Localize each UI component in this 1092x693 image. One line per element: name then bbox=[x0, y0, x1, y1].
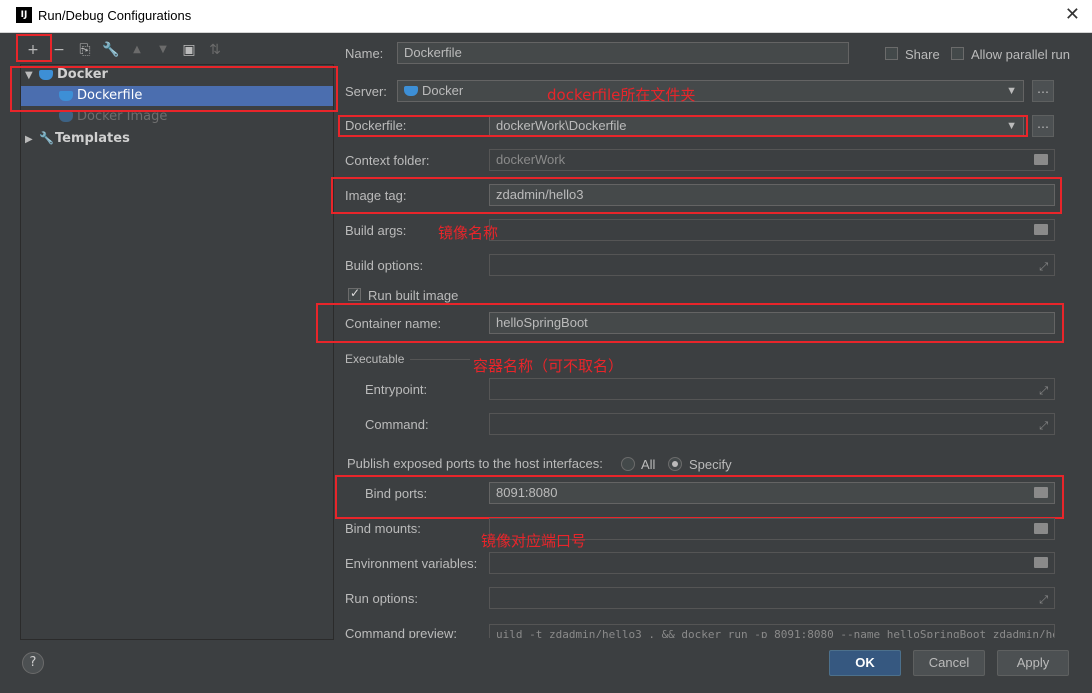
command-preview-value: uild -t zdadmin/hello3 . && docker run -… bbox=[496, 628, 1055, 638]
separator bbox=[410, 359, 470, 360]
help-button[interactable]: ? bbox=[22, 652, 44, 674]
ports-specify-label: Specify bbox=[689, 457, 732, 472]
expand-icon[interactable]: ⤢ bbox=[1039, 381, 1048, 399]
command-label: Command: bbox=[365, 417, 429, 432]
build-options-field[interactable]: ⤢ bbox=[489, 254, 1055, 276]
edit-defaults-button[interactable]: 🔧 bbox=[100, 38, 122, 62]
chevron-down-icon: ▼ bbox=[1006, 85, 1017, 97]
chevron-right-icon[interactable]: ▶ bbox=[25, 130, 39, 150]
run-options-label: Run options: bbox=[345, 591, 418, 606]
wrench-icon: 🔧 bbox=[39, 131, 54, 145]
expand-icon[interactable]: ⤢ bbox=[1039, 590, 1048, 608]
ports-specify-radio[interactable] bbox=[668, 457, 682, 471]
server-value: Docker bbox=[422, 83, 464, 98]
window-title: Run/Debug Configurations bbox=[38, 8, 192, 23]
tree-label: Templates bbox=[55, 131, 130, 146]
env-vars-label: Environment variables: bbox=[345, 556, 478, 571]
expand-icon[interactable]: ⤢ bbox=[1039, 416, 1048, 434]
parallel-label: Allow parallel run bbox=[971, 47, 1070, 62]
share-label: Share bbox=[905, 47, 940, 62]
apply-button[interactable]: Apply bbox=[997, 650, 1069, 676]
server-browse-button[interactable]: … bbox=[1032, 80, 1054, 102]
docker-icon bbox=[59, 111, 73, 122]
tree-item-templates[interactable]: ▶ 🔧Templates bbox=[21, 128, 333, 148]
run-options-field[interactable]: ⤢ bbox=[489, 587, 1055, 609]
entrypoint-field[interactable]: ⤢ bbox=[489, 378, 1055, 400]
context-folder-label: Context folder: bbox=[345, 153, 430, 168]
ok-button[interactable]: OK bbox=[829, 650, 901, 676]
command-field[interactable]: ⤢ bbox=[489, 413, 1055, 435]
share-checkbox[interactable] bbox=[885, 47, 898, 60]
annotation-dockerfile: dockerfile所在文件夹 bbox=[547, 86, 696, 104]
dockerfile-browse-button[interactable]: … bbox=[1032, 115, 1054, 137]
highlight-docker-tree bbox=[10, 66, 338, 112]
highlight-container bbox=[316, 303, 1064, 343]
name-label: Name: bbox=[345, 46, 384, 61]
config-tree: ▼ Docker Dockerfile Docker Image ▶ 🔧Templa… bbox=[20, 64, 334, 640]
highlight-image-tag bbox=[331, 177, 1062, 214]
close-icon[interactable]: ✕ bbox=[1065, 4, 1080, 25]
executable-label: Executable bbox=[345, 352, 405, 366]
publish-ports-label: Publish exposed ports to the host interf… bbox=[347, 456, 603, 471]
move-up-button[interactable]: ▲ bbox=[126, 38, 148, 62]
env-vars-field[interactable] bbox=[489, 552, 1055, 574]
context-folder-field[interactable]: dockerWork bbox=[489, 149, 1055, 171]
docker-icon bbox=[404, 86, 418, 96]
run-built-image-label: Run built image bbox=[368, 288, 459, 303]
folder-icon[interactable] bbox=[1034, 557, 1048, 568]
intellij-icon: IJ bbox=[16, 7, 32, 23]
folder-icon[interactable] bbox=[1034, 523, 1048, 534]
build-options-label: Build options: bbox=[345, 258, 424, 273]
annotation-ports: 镜像对应端口号 bbox=[481, 532, 587, 550]
highlight-dockerfile bbox=[338, 115, 1028, 137]
ports-all-radio[interactable] bbox=[621, 457, 635, 471]
server-label: Server: bbox=[345, 84, 387, 99]
annotation-container: 容器名称（可不取名） bbox=[473, 357, 624, 375]
entrypoint-label: Entrypoint: bbox=[365, 382, 428, 397]
highlight-add bbox=[16, 34, 52, 62]
ports-all-label: All bbox=[641, 457, 656, 472]
parallel-checkbox[interactable] bbox=[951, 47, 964, 60]
title-bar: IJ Run/Debug Configurations ✕ bbox=[0, 0, 1092, 33]
expand-icon[interactable]: ⤢ bbox=[1039, 257, 1048, 275]
build-args-label: Build args: bbox=[345, 223, 407, 238]
new-folder-button[interactable]: ▣ bbox=[178, 38, 200, 62]
cancel-button[interactable]: Cancel bbox=[913, 650, 985, 676]
context-folder-value: dockerWork bbox=[496, 152, 566, 167]
annotation-image: 镜像名称 bbox=[438, 224, 499, 242]
sort-button[interactable]: ⇅ bbox=[204, 38, 226, 62]
run-built-image-checkbox[interactable] bbox=[348, 286, 361, 301]
command-preview-clip: Command preview: uild -t zdadmin/hello3 … bbox=[340, 622, 1060, 638]
command-preview-field[interactable]: uild -t zdadmin/hello3 . && docker run -… bbox=[489, 624, 1055, 638]
move-down-button[interactable]: ▼ bbox=[152, 38, 174, 62]
highlight-bind-ports bbox=[335, 475, 1064, 519]
command-preview-label: Command preview: bbox=[345, 626, 457, 638]
folder-icon[interactable] bbox=[1034, 154, 1048, 165]
name-field[interactable]: Dockerfile bbox=[397, 42, 849, 64]
build-args-field[interactable] bbox=[489, 219, 1055, 241]
server-dropdown[interactable]: Docker ▼ bbox=[397, 80, 1024, 102]
folder-icon[interactable] bbox=[1034, 224, 1048, 235]
copy-config-button[interactable]: ⎘ bbox=[74, 38, 96, 62]
bind-mounts-label: Bind mounts: bbox=[345, 521, 421, 536]
